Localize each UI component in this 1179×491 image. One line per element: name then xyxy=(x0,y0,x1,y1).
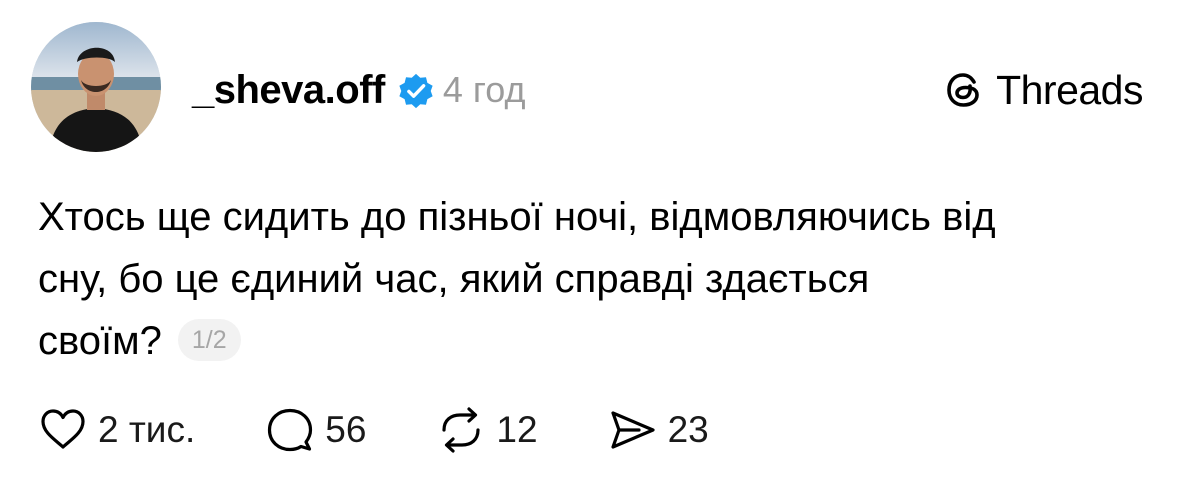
avatar-photo xyxy=(31,22,161,152)
post-text-line: Хтось ще сидить до пізньої ночі, відмовл… xyxy=(38,195,996,239)
post-text-line: сну, бо це єдиний час, який справді здає… xyxy=(38,257,870,301)
like-button[interactable]: 2 тис. xyxy=(38,405,195,455)
repost-button[interactable]: 12 xyxy=(436,405,538,455)
verified-badge-icon xyxy=(399,73,433,109)
share-button[interactable]: 23 xyxy=(608,405,709,455)
post-time: 4 год xyxy=(442,69,526,110)
post-text: Хтось ще сидить до пізньої ночі, відмовл… xyxy=(38,186,1158,372)
post-text-line: своїм? xyxy=(38,319,162,363)
comment-icon xyxy=(268,408,313,452)
share-count: 23 xyxy=(667,409,709,450)
reply-count: 56 xyxy=(325,409,367,450)
avatar[interactable] xyxy=(31,22,161,152)
reply-button[interactable]: 56 xyxy=(265,405,366,455)
repost-count: 12 xyxy=(496,409,538,450)
action-bar: 2 тис. 56 12 23 xyxy=(38,404,779,456)
repost-icon xyxy=(442,407,481,453)
like-count: 2 тис. xyxy=(98,409,196,450)
send-icon xyxy=(610,411,655,449)
post-header: _sheva.off 4 год xyxy=(192,62,525,118)
threads-brand: Threads xyxy=(942,62,1143,118)
username[interactable]: _sheva.off xyxy=(192,68,385,113)
threads-logo-icon xyxy=(947,73,979,107)
threads-brand-name: Threads xyxy=(996,66,1143,113)
thread-pager-badge: 1/2 xyxy=(177,319,241,361)
heart-icon xyxy=(41,409,85,449)
